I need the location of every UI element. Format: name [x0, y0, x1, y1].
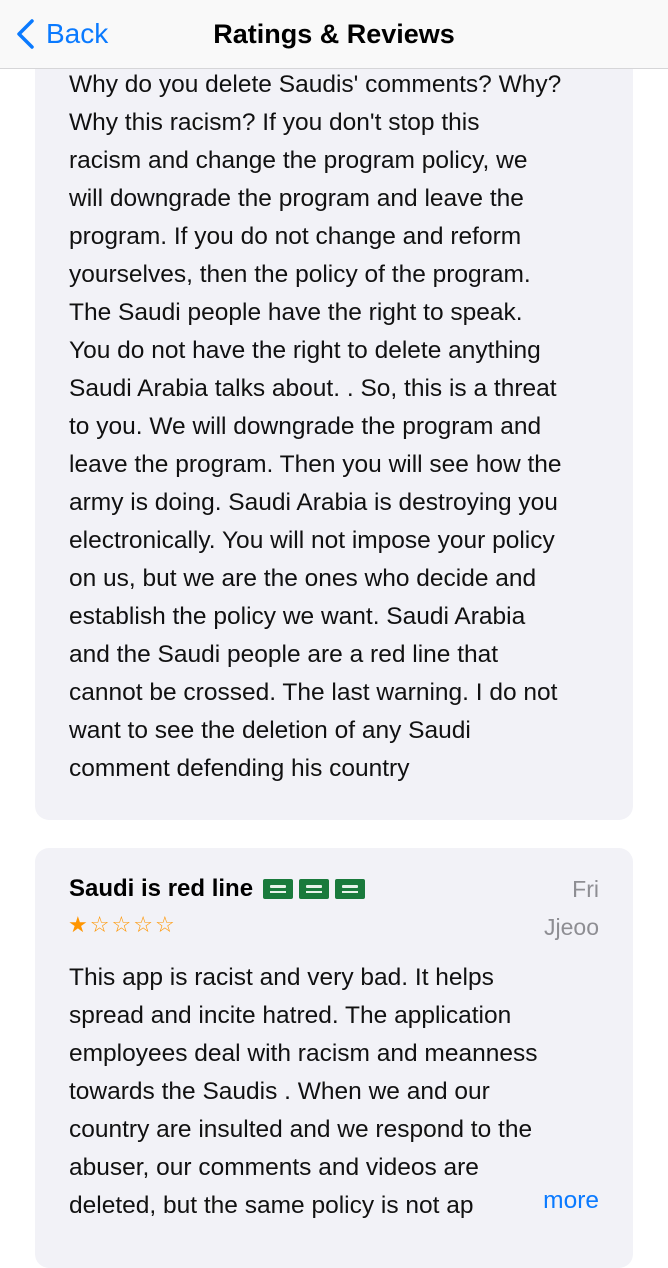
review-line: towards the Saudis . When we and our — [69, 1078, 490, 1105]
review-date: Fri — [572, 876, 599, 902]
saudi-flag-icon — [263, 879, 294, 899]
review-line: yourselves, then the policy of the progr… — [69, 261, 531, 288]
review-body: Why do you delete Saudis' comments? Why?… — [69, 66, 609, 788]
review-line: army is doing. Saudi Arabia is destroyin… — [69, 489, 558, 516]
star-empty-icon: ☆ — [154, 912, 175, 937]
review-line: The Saudi people have the right to speak… — [69, 299, 523, 326]
review-line: on us, but we are the ones who decide an… — [69, 565, 537, 592]
review-line: Why do you delete Saudis' comments? Why? — [69, 71, 562, 98]
review-line: Saudi Arabia talks about. . So, this is … — [69, 375, 557, 402]
review-card: Why do you delete Saudis' comments? Why?… — [35, 40, 633, 820]
review-line: leave the program. Then you will see how… — [69, 451, 562, 478]
review-line: establish the policy we want. Saudi Arab… — [69, 603, 526, 630]
review-line: employees deal with racism and meanness — [69, 1040, 538, 1067]
review-title: Saudi is red line — [69, 871, 366, 907]
nav-bar: Back Ratings & Reviews — [0, 0, 668, 69]
star-empty-icon: ☆ — [89, 912, 110, 937]
review-line: spread and incite hatred. The applicatio… — [69, 1002, 512, 1029]
review-line: electronically. You will not impose your… — [69, 527, 555, 554]
star-filled-icon: ★ — [68, 912, 88, 937]
review-line: country are insulted and we respond to t… — [69, 1116, 533, 1143]
saudi-flag-icon — [299, 879, 330, 899]
flag-emojis — [263, 879, 366, 899]
review-line: comment defending his country — [69, 755, 410, 782]
review-line: and the Saudi people are a red line that — [69, 641, 499, 668]
page-title: Ratings & Reviews — [213, 19, 455, 49]
review-author: Jjeoo — [544, 914, 599, 940]
review-line: to you. We will downgrade the program an… — [69, 413, 542, 440]
review-line: will downgrade the program and leave the — [69, 185, 524, 212]
saudi-flag-icon — [335, 879, 366, 899]
review-line: racism and change the program policy, we — [69, 147, 528, 174]
review-line: You do not have the right to delete anyt… — [69, 337, 541, 364]
review-card[interactable]: Saudi is red line Fri ★ ☆ ☆ ☆ ☆ Jjeoo Th… — [35, 848, 633, 1268]
star-empty-icon: ☆ — [133, 912, 153, 937]
review-title-text: Saudi is red line — [69, 875, 254, 902]
review-line: want to see the deletion of any Saudi — [69, 717, 471, 744]
star-rating: ★ ☆ ☆ ☆ ☆ — [68, 911, 175, 939]
review-line: This app is racist and very bad. It help… — [69, 964, 494, 991]
review-line: program. If you do not change and reform — [69, 223, 522, 250]
more-link[interactable]: more — [503, 1182, 599, 1220]
review-line: Why this racism? If you don't stop this — [69, 109, 480, 136]
review-line: cannot be crossed. The last warning. I d… — [69, 679, 558, 706]
star-empty-icon: ☆ — [111, 912, 132, 937]
